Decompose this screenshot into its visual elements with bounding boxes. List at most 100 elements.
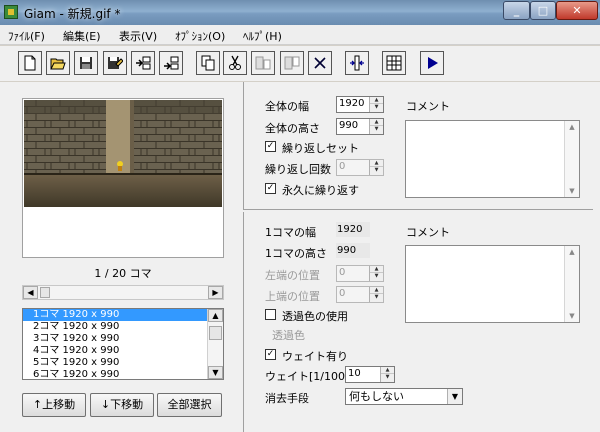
- menu-bar: ﾌｧｲﾙ(F) 編集(E) 表示(V) ｵﾌﾟｼｮﾝ(O) ﾍﾙﾌﾟ(H): [0, 25, 600, 45]
- insert-frame-icon: [136, 56, 151, 70]
- cut-button[interactable]: [223, 51, 247, 75]
- top-position-spinner[interactable]: 0 ▲ ▼: [336, 286, 384, 303]
- width-label: 全体の幅: [265, 100, 309, 113]
- frame-list-scrollbar[interactable]: ▲ ▼: [207, 309, 223, 379]
- maximize-button[interactable]: □: [530, 1, 556, 20]
- delete-button[interactable]: [308, 51, 332, 75]
- spin-down[interactable]: ▼: [370, 126, 383, 133]
- global-comment-textarea[interactable]: ▲ ▼: [405, 120, 580, 198]
- loop-set-label: 繰り返しセット: [282, 142, 359, 155]
- grid-icon: [386, 55, 402, 71]
- left-position-spinner[interactable]: 0 ▲ ▼: [336, 265, 384, 282]
- grid-button[interactable]: [382, 51, 406, 75]
- scroll-up-button[interactable]: ▲: [208, 309, 223, 322]
- loop-count-spinner[interactable]: 0 ▲ ▼: [336, 159, 384, 176]
- menu-file[interactable]: ﾌｧｲﾙ(F): [8, 28, 45, 44]
- insert-frame-button[interactable]: [131, 51, 155, 75]
- copy-button[interactable]: [196, 51, 220, 75]
- close-button[interactable]: ✕: [556, 1, 598, 20]
- menu-view[interactable]: 表示(V): [119, 28, 157, 44]
- height-spinner[interactable]: 990 ▲ ▼: [336, 118, 384, 135]
- scroll-thumb[interactable]: [40, 287, 50, 298]
- save-as-icon: [108, 57, 123, 69]
- spin-down[interactable]: ▼: [370, 104, 383, 111]
- top-position-label: 上端の位置: [265, 290, 320, 303]
- dispose-select[interactable]: 何もしない ▼: [345, 388, 463, 405]
- scroll-right-button[interactable]: ▶: [208, 286, 223, 299]
- move-up-button[interactable]: ↑上移動: [22, 393, 86, 417]
- frame-list[interactable]: 1コマ 1920 x 990 2コマ 1920 x 990 3コマ 1920 x…: [22, 308, 224, 380]
- frame-height-label: 1コマの高さ: [265, 247, 327, 260]
- loop-forever-checkbox[interactable]: ✓: [265, 183, 276, 194]
- scroll-left-button[interactable]: ◀: [23, 286, 38, 299]
- wait-time-spinner[interactable]: 10 ▲ ▼: [345, 366, 395, 383]
- frame-preview-image: [24, 100, 222, 207]
- minimize-button[interactable]: _: [503, 1, 530, 20]
- fit-size-button[interactable]: [345, 51, 369, 75]
- menu-edit[interactable]: 編集(E): [63, 28, 101, 44]
- loop-set-checkbox[interactable]: ✓: [265, 141, 276, 152]
- frame-settings-panel: 1コマの幅 1920 1コマの高さ 990 左端の位置 0 ▲ ▼ 上端の位置 0…: [243, 212, 593, 432]
- fit-size-icon: [350, 55, 364, 71]
- copy-icon: [201, 55, 215, 71]
- play-button[interactable]: [420, 51, 444, 75]
- save-as-button[interactable]: [103, 51, 127, 75]
- spin-up[interactable]: ▲: [370, 97, 383, 104]
- spin-up[interactable]: ▲: [370, 119, 383, 126]
- save-button[interactable]: [74, 51, 98, 75]
- spin-up[interactable]: ▲: [370, 266, 383, 273]
- menu-options[interactable]: ｵﾌﾟｼｮﾝ(O): [175, 28, 225, 44]
- move-down-button[interactable]: ↓下移動: [90, 393, 154, 417]
- frame-scrollbar[interactable]: ◀ ▶: [22, 285, 224, 300]
- add-frame-button[interactable]: [159, 51, 183, 75]
- wait-label: ウェイト有り: [282, 350, 348, 363]
- global-comment-label: コメント: [406, 100, 450, 113]
- app-icon: [4, 5, 18, 19]
- scroll-up-button[interactable]: ▲: [565, 246, 579, 258]
- spin-up[interactable]: ▲: [370, 287, 383, 294]
- width-spinner[interactable]: 1920 ▲ ▼: [336, 96, 384, 113]
- play-icon: [428, 57, 438, 69]
- scroll-down-button[interactable]: ▼: [208, 366, 223, 379]
- list-item[interactable]: 4コマ 1920 x 990: [23, 345, 207, 357]
- title-bar: Giam - 新規.gif * _ □ ✕: [0, 0, 600, 25]
- wait-checkbox[interactable]: ✓: [265, 349, 276, 360]
- spin-up[interactable]: ▲: [381, 367, 394, 374]
- spin-up[interactable]: ▲: [370, 160, 383, 167]
- paste-after-button[interactable]: [280, 51, 304, 75]
- height-value: 990: [339, 120, 359, 131]
- scroll-thumb[interactable]: [209, 326, 222, 340]
- list-item[interactable]: 6コマ 1920 x 990: [23, 369, 207, 379]
- frame-comment-label: コメント: [406, 226, 450, 239]
- spin-down[interactable]: ▼: [370, 167, 383, 174]
- wait-time-label: ウェイト[1/100s]: [265, 370, 356, 383]
- scroll-up-button[interactable]: ▲: [565, 121, 579, 133]
- toolbar: [0, 46, 600, 81]
- loop-forever-label: 永久に繰り返す: [282, 184, 359, 197]
- list-item[interactable]: 2コマ 1920 x 990: [23, 321, 207, 333]
- spin-down[interactable]: ▼: [381, 374, 394, 381]
- list-item[interactable]: 1コマ 1920 x 990: [23, 309, 207, 321]
- loop-count-value: 0: [339, 161, 346, 172]
- frame-comment-textarea[interactable]: ▲ ▼: [405, 245, 580, 323]
- preview-frame: [22, 98, 224, 258]
- list-item[interactable]: 5コマ 1920 x 990: [23, 357, 207, 369]
- dispose-label: 消去手段: [265, 392, 309, 405]
- scroll-down-button[interactable]: ▼: [565, 185, 579, 197]
- transparent-use-checkbox[interactable]: [265, 309, 276, 320]
- chevron-down-icon[interactable]: ▼: [447, 389, 462, 404]
- spin-down[interactable]: ▼: [370, 273, 383, 280]
- scroll-down-button[interactable]: ▼: [565, 310, 579, 322]
- menu-help[interactable]: ﾍﾙﾌﾟ(H): [243, 28, 282, 44]
- paste-before-button[interactable]: [251, 51, 275, 75]
- spin-down[interactable]: ▼: [370, 294, 383, 301]
- wait-time-value: 10: [348, 368, 361, 379]
- width-value: 1920: [339, 98, 365, 109]
- loop-count-label: 繰り返し回数: [265, 163, 331, 176]
- frame-counter: 1 / 20 コマ: [94, 267, 152, 280]
- open-button[interactable]: [46, 51, 70, 75]
- list-item[interactable]: 3コマ 1920 x 990: [23, 333, 207, 345]
- new-button[interactable]: [18, 51, 42, 75]
- frame-height-value: 990: [336, 243, 370, 258]
- select-all-button[interactable]: 全部選択: [157, 393, 222, 417]
